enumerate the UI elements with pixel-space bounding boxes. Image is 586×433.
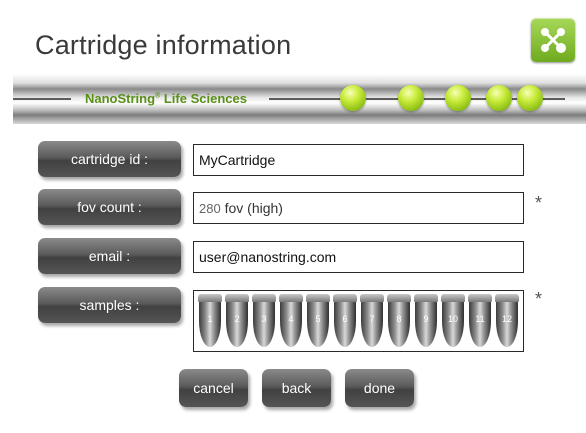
cancel-button[interactable]: cancel	[179, 369, 248, 407]
tube-number: 5	[315, 314, 321, 324]
tube-number: 3	[261, 314, 267, 324]
progress-step-5-indicator	[517, 85, 543, 111]
tube-cap	[441, 294, 465, 302]
tube-cap	[360, 294, 384, 302]
banner-line-left	[13, 98, 71, 100]
sample-tube-10[interactable]: 10	[441, 294, 465, 348]
brand-text: NanoString® Life Sciences	[85, 91, 247, 106]
tube-cap	[306, 294, 330, 302]
progress-step-1-indicator	[340, 85, 366, 111]
back-button[interactable]: back	[262, 369, 331, 407]
fov-required-mark: *	[535, 193, 543, 213]
cartridge-id-field[interactable]: MyCartridge	[193, 144, 524, 176]
tube-cap	[252, 294, 276, 302]
tube-number: 11	[475, 314, 485, 324]
nanostring-network-icon[interactable]	[531, 18, 575, 62]
fov-count-number: 280	[199, 201, 221, 216]
samples-tube-strip: 1 2 3 4 5 6 7 8 9 10 11 12	[193, 290, 524, 352]
sample-tube-3[interactable]: 3	[252, 294, 276, 348]
sample-tube-8[interactable]: 8	[387, 294, 411, 348]
tube-number: 4	[288, 314, 294, 324]
tube-number: 9	[423, 314, 429, 324]
email-label: email :	[38, 238, 181, 274]
network-glyph	[541, 28, 566, 53]
samples-required-mark: *	[535, 289, 543, 309]
fov-count-unit: fov (high)	[220, 200, 283, 216]
sample-tube-7[interactable]: 7	[360, 294, 384, 348]
tube-number: 2	[234, 314, 240, 324]
fov-count-label: fov count :	[38, 189, 181, 225]
sample-tube-6[interactable]: 6	[333, 294, 357, 348]
brand-banner: NanoString® Life Sciences	[13, 74, 586, 124]
tube-cap	[198, 294, 222, 302]
progress-step-2-indicator	[398, 85, 424, 111]
tube-number: 6	[342, 314, 348, 324]
tube-cap	[225, 294, 249, 302]
tube-number: 10	[447, 314, 458, 324]
sample-tube-12[interactable]: 12	[495, 294, 519, 348]
tube-number: 1	[207, 314, 213, 324]
tube-number: 12	[501, 314, 512, 324]
cartridge-id-label: cartridge id :	[38, 141, 181, 177]
tube-cap	[414, 294, 438, 302]
tube-cap	[279, 294, 303, 302]
tube-cap	[387, 294, 411, 302]
sample-tube-11[interactable]: 11	[468, 294, 492, 348]
tube-number: 7	[369, 314, 375, 324]
email-field[interactable]: user@nanostring.com	[193, 241, 524, 273]
sample-tube-2[interactable]: 2	[225, 294, 249, 348]
sample-tube-5[interactable]: 5	[306, 294, 330, 348]
samples-label: samples :	[38, 287, 181, 323]
progress-step-4-indicator	[486, 85, 512, 111]
progress-step-3-indicator	[445, 85, 471, 111]
fov-count-field[interactable]: 280 fov (high)	[193, 192, 524, 224]
sample-tube-4[interactable]: 4	[279, 294, 303, 348]
tube-cap	[333, 294, 357, 302]
page-title: Cartridge information	[35, 30, 292, 60]
done-button[interactable]: done	[345, 369, 414, 407]
tube-number: 8	[396, 314, 402, 324]
sample-tube-1[interactable]: 1	[198, 294, 222, 348]
sample-tube-9[interactable]: 9	[414, 294, 438, 348]
tube-cap	[495, 294, 519, 302]
tube-cap	[468, 294, 492, 302]
